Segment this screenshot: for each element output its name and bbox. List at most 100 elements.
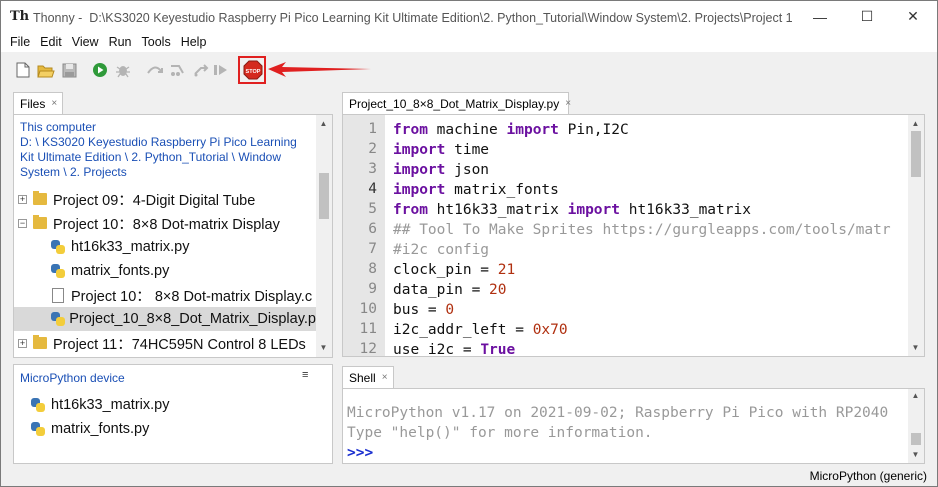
code-line: use_i2c = True [393, 342, 516, 356]
folder-icon [33, 335, 47, 349]
expand-icon[interactable]: + [18, 194, 27, 204]
line-number: 7 [368, 241, 377, 257]
tree-item-selected[interactable]: Project_10_8×8_Dot_Matrix_Display.p [14, 307, 316, 331]
shell-scrollbar[interactable]: ▲ ▼ [908, 389, 924, 463]
line-number-gutter: 1 2 3 4 5 6 7 8 9 10 11 12 [343, 115, 385, 357]
line-number: 2 [368, 141, 377, 157]
tree-item-file[interactable]: Project 10： 8×8 Dot-matrix Display.c [14, 283, 316, 307]
tree-item-label: Project_10_8×8_Dot_Matrix_Display.p [69, 311, 316, 327]
menu-help[interactable]: Help [176, 35, 212, 49]
text-file-icon [52, 287, 64, 303]
save-icon[interactable] [60, 61, 78, 79]
tree-item-folder[interactable]: + Project 09：4-Digit Digital Tube [14, 187, 316, 211]
files-scrollbar[interactable]: ▲ ▼ [316, 115, 332, 357]
list-item[interactable]: matrix_fonts.py [14, 417, 149, 441]
list-item-label: matrix_fonts.py [51, 421, 150, 437]
shell-console[interactable]: MicroPython v1.17 on 2021-09-02; Raspber… [342, 388, 925, 464]
menu-file[interactable]: File [5, 35, 35, 49]
shell-help-hint: Type "help()" for more information. [347, 425, 653, 441]
scroll-down-icon[interactable]: ▼ [908, 450, 923, 459]
python-file-icon [30, 421, 46, 437]
close-icon[interactable]: × [565, 98, 571, 109]
tree-item-file[interactable]: ht16k33_matrix.py [14, 235, 316, 259]
tree-item-folder[interactable]: + Project 11：74HC595N Control 8 LEDs [14, 331, 316, 355]
thonny-window: Th Thonny - D:\KS3020 Keyestudio Raspber… [0, 0, 938, 487]
scrollbar-thumb[interactable] [911, 433, 921, 445]
line-number: 1 [368, 121, 377, 137]
tab-files-label: Files [20, 96, 46, 111]
tree-item-file[interactable]: matrix_fonts.py [14, 259, 316, 283]
close-icon[interactable]: × [382, 372, 388, 383]
code-line: i2c_addr_left = 0x70 [393, 322, 568, 338]
close-icon[interactable]: × [51, 98, 57, 109]
tab-editor-file[interactable]: Project_10_8×8_Dot_Matrix_Display.py × [342, 92, 571, 114]
resume-icon[interactable] [212, 61, 230, 79]
files-location: This computer D: \ KS3020 Keyestudio Ras… [20, 120, 310, 180]
debug-icon[interactable] [114, 61, 132, 79]
tree-item-label: ht16k33_matrix.py [71, 239, 190, 255]
run-icon[interactable] [91, 61, 109, 79]
line-number: 3 [368, 161, 377, 177]
menu-bar: File Edit View Run Tools Help [1, 32, 937, 52]
editor-scrollbar[interactable]: ▲ ▼ [908, 115, 924, 356]
thonny-logo-icon: Th [10, 8, 30, 24]
menu-run[interactable]: Run [104, 35, 137, 49]
list-item-label: ht16k33_matrix.py [51, 397, 170, 413]
tab-files[interactable]: Files × [13, 92, 63, 114]
minimize-button[interactable]: — [797, 1, 843, 32]
open-folder-icon[interactable] [37, 61, 55, 79]
menu-edit[interactable]: Edit [35, 35, 67, 49]
scroll-up-icon[interactable]: ▲ [316, 119, 331, 128]
scroll-up-icon[interactable]: ▲ [908, 119, 923, 128]
tree-item-folder[interactable]: − Project 10：8×8 Dot-matrix Display [14, 211, 316, 235]
tree-item-label: Project 09：4-Digit Digital Tube [53, 192, 256, 209]
tree-item-label: Project 11：74HC595N Control 8 LEDs [53, 336, 306, 353]
python-file-icon [50, 239, 66, 255]
expand-icon[interactable]: + [18, 338, 27, 348]
toolbar: STOP [1, 52, 937, 88]
maximize-button[interactable]: ☐ [844, 1, 890, 32]
scroll-up-icon[interactable]: ▲ [908, 391, 923, 400]
code-line: #i2c config [393, 242, 490, 258]
close-window-button[interactable]: ✕ [890, 1, 936, 32]
step-into-icon[interactable] [169, 61, 187, 79]
this-computer-link[interactable]: This computer [20, 120, 310, 135]
menu-view[interactable]: View [67, 35, 104, 49]
stop-button-highlight [238, 56, 266, 84]
code-editor[interactable]: 1 2 3 4 5 6 7 8 9 10 11 12 from machine … [342, 114, 925, 357]
tree-item-label: matrix_fonts.py [71, 263, 170, 279]
code-text[interactable]: from machine import Pin,I2C import time … [393, 120, 903, 356]
tab-shell[interactable]: Shell × [342, 366, 394, 388]
scrollbar-thumb[interactable] [911, 131, 921, 177]
code-line: import json [393, 162, 490, 178]
shell-prompt[interactable]: >>> [347, 445, 373, 461]
line-number: 12 [359, 341, 377, 357]
line-number: 10 [359, 301, 377, 317]
interpreter-status[interactable]: MicroPython (generic) [810, 469, 927, 483]
tree-item-label: Project 10：8×8 Dot-matrix Display [53, 216, 280, 233]
new-file-icon[interactable] [14, 61, 32, 79]
python-file-icon [50, 263, 66, 279]
scroll-down-icon[interactable]: ▼ [316, 343, 331, 352]
step-out-icon[interactable] [192, 61, 210, 79]
line-number: 6 [368, 221, 377, 237]
collapse-icon[interactable]: − [18, 218, 27, 228]
line-number: 11 [359, 321, 377, 337]
python-file-icon [50, 311, 65, 327]
scrollbar-thumb[interactable] [319, 173, 329, 219]
menu-tools[interactable]: Tools [137, 35, 176, 49]
code-line: data_pin = 20 [393, 282, 507, 298]
code-line: from machine import Pin,I2C [393, 122, 629, 138]
file-path: D:\KS3020 Keyestudio Raspberry Pi Pico L… [89, 11, 793, 25]
micropython-device-panel: MicroPython device ≡ ht16k33_matrix.py m… [13, 364, 333, 464]
device-heading[interactable]: MicroPython device [20, 371, 125, 385]
line-number: 8 [368, 261, 377, 277]
code-line: clock_pin = 21 [393, 262, 516, 278]
list-item[interactable]: ht16k33_matrix.py [14, 393, 169, 417]
scroll-down-icon[interactable]: ▼ [908, 343, 923, 352]
panel-menu-icon[interactable]: ≡ [302, 369, 308, 381]
folder-icon [33, 191, 47, 205]
step-over-icon[interactable] [146, 61, 164, 79]
line-number: 5 [368, 201, 377, 217]
current-path[interactable]: D: \ KS3020 Keyestudio Raspberry Pi Pico… [20, 135, 310, 180]
